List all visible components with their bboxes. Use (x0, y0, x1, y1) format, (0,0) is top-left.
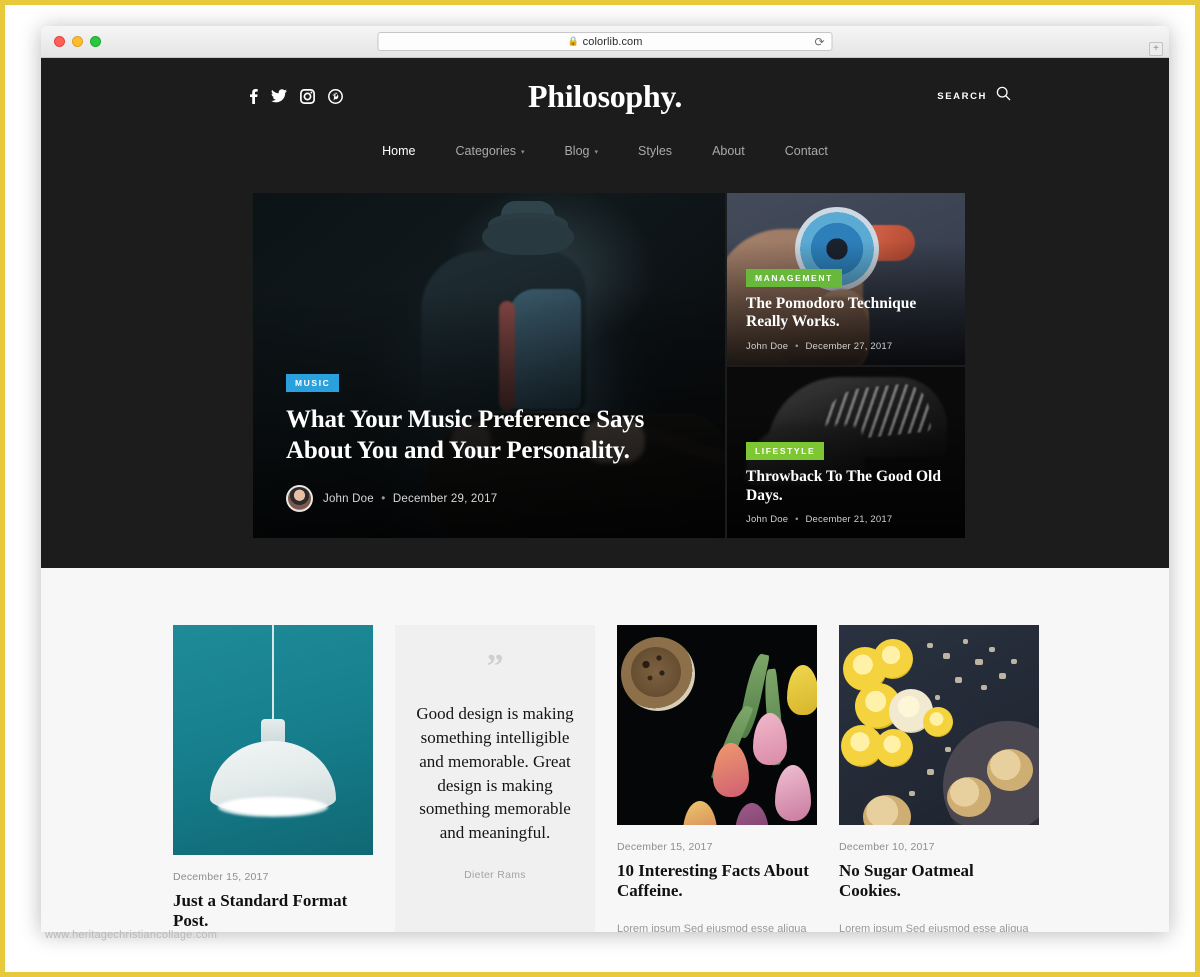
post-title[interactable]: 10 Interesting Facts About Caffeine. (617, 861, 817, 902)
post-meta: John Doe • December 21, 2017 (746, 514, 951, 525)
post-author[interactable]: John Doe (746, 341, 788, 352)
post-card-standard-format[interactable]: December 15, 2017 Just a Standard Format… (173, 625, 373, 932)
side-post-card-pomodoro[interactable]: MANAGEMENT The Pomodoro Technique Really… (727, 193, 965, 365)
facebook-icon[interactable] (249, 88, 258, 104)
post-title[interactable]: Just a Standard Format Post. (173, 891, 373, 932)
nav-label: Home (382, 144, 416, 158)
post-thumbnail[interactable] (617, 625, 817, 825)
side-post-title[interactable]: The Pomodoro Technique Really Works. (746, 295, 951, 332)
nav-item-about[interactable]: About (692, 138, 765, 164)
post-title[interactable]: No Sugar Oatmeal Cookies. (839, 861, 1039, 902)
site-logo[interactable]: Philosophy. (528, 78, 682, 115)
nav-label: Blog (564, 144, 590, 158)
page-frame: 🔒 colorlib.com ⟳ + Philosophy. SEARCH Ho… (0, 0, 1200, 977)
site-header: Philosophy. SEARCH (41, 58, 1169, 134)
quote-author: Dieter Rams (464, 868, 526, 881)
nav-item-styles[interactable]: Styles (618, 138, 692, 164)
meta-separator: • (795, 514, 799, 525)
quote-mark-icon: ” (486, 648, 504, 685)
search-label: SEARCH (937, 90, 987, 102)
url-text: colorlib.com (582, 35, 643, 48)
instagram-icon[interactable] (300, 88, 315, 104)
pendant-lamp-photo (173, 625, 373, 855)
posts-section: December 15, 2017 Just a Standard Format… (41, 568, 1169, 932)
search-button[interactable]: SEARCH (937, 86, 1011, 106)
category-badge[interactable]: MANAGEMENT (746, 268, 842, 287)
daffodils-cookies-photo (839, 625, 1039, 825)
hero-grid: MUSIC What Your Music Preference Says Ab… (253, 193, 965, 538)
website-viewport: Philosophy. SEARCH Home Categories ▾ Blo… (41, 58, 1169, 932)
side-post-card-throwback[interactable]: LIFESTYLE Throwback To The Good Old Days… (727, 366, 965, 538)
post-meta: John Doe • December 27, 2017 (746, 341, 951, 352)
avatar (286, 485, 313, 512)
maximize-window-button[interactable] (90, 36, 101, 47)
quote-text: Good design is making something intellig… (416, 704, 574, 843)
coffee-tulips-photo (617, 625, 817, 825)
chevron-down-icon: ▾ (520, 149, 525, 156)
post-date: December 21, 2017 (805, 514, 893, 525)
nav-label: Styles (638, 144, 673, 158)
post-date: December 10, 2017 (839, 841, 935, 853)
post-card-caffeine[interactable]: December 15, 2017 10 Interesting Facts A… (617, 625, 817, 932)
side-post-title[interactable]: Throwback To The Good Old Days. (746, 468, 951, 505)
post-card-oatmeal-cookies[interactable]: December 10, 2017 No Sugar Oatmeal Cooki… (839, 625, 1039, 932)
browser-chrome: 🔒 colorlib.com ⟳ + (41, 26, 1169, 58)
nav-label: About (712, 144, 745, 158)
nav-label: Categories (455, 144, 516, 158)
url-bar[interactable]: 🔒 colorlib.com ⟳ (377, 32, 833, 51)
lock-icon: 🔒 (567, 36, 579, 46)
browser-window: 🔒 colorlib.com ⟳ + Philosophy. SEARCH Ho… (41, 26, 1169, 932)
search-icon[interactable] (996, 86, 1011, 106)
post-excerpt: Lorem ipsum Sed eiusmod esse aliqua sed … (617, 922, 807, 932)
post-date: December 27, 2017 (805, 340, 893, 352)
nav-item-categories[interactable]: Categories ▾ (436, 138, 545, 164)
post-meta: John Doe • December 29, 2017 (286, 485, 695, 512)
social-links[interactable] (249, 88, 343, 104)
minimize-window-button[interactable] (72, 36, 83, 47)
watermark: www.heritagechristiancollage.com (45, 929, 218, 941)
post-date: December 15, 2017 (173, 871, 269, 883)
post-date: December 29, 2017 (392, 492, 498, 505)
meta-separator: • (381, 492, 386, 505)
nav-item-contact[interactable]: Contact (765, 138, 848, 164)
category-badge[interactable]: LIFESTYLE (746, 442, 825, 461)
post-thumbnail[interactable] (173, 625, 373, 855)
nav-item-blog[interactable]: Blog ▾ (544, 138, 618, 164)
reload-icon[interactable]: ⟳ (814, 36, 824, 48)
featured-post-card[interactable]: MUSIC What Your Music Preference Says Ab… (253, 193, 725, 538)
featured-post-title[interactable]: What Your Music Preference Says About Yo… (286, 405, 695, 466)
posts-grid: December 15, 2017 Just a Standard Format… (41, 568, 1169, 932)
post-date: December 15, 2017 (617, 841, 713, 853)
category-badge[interactable]: MUSIC (286, 374, 340, 392)
new-tab-button[interactable]: + (1149, 42, 1163, 56)
nav-item-home[interactable]: Home (362, 138, 435, 164)
post-author[interactable]: John Doe (746, 514, 788, 525)
chevron-down-icon: ▾ (594, 149, 599, 156)
post-excerpt: Lorem ipsum Sed eiusmod esse aliqua sed … (839, 922, 1029, 932)
nav-label: Contact (784, 144, 828, 158)
window-controls[interactable] (54, 36, 101, 47)
post-thumbnail[interactable] (839, 625, 1039, 825)
close-window-button[interactable] (54, 36, 65, 47)
quote-card[interactable]: ” Good design is making something intell… (395, 625, 595, 932)
post-author[interactable]: John Doe (323, 493, 374, 505)
meta-separator: • (795, 340, 799, 352)
pinterest-icon[interactable] (328, 88, 343, 104)
hero-side-column: MANAGEMENT The Pomodoro Technique Really… (727, 193, 965, 538)
main-navigation[interactable]: Home Categories ▾ Blog ▾ Styles About Co (41, 134, 1169, 164)
twitter-icon[interactable] (271, 89, 287, 103)
